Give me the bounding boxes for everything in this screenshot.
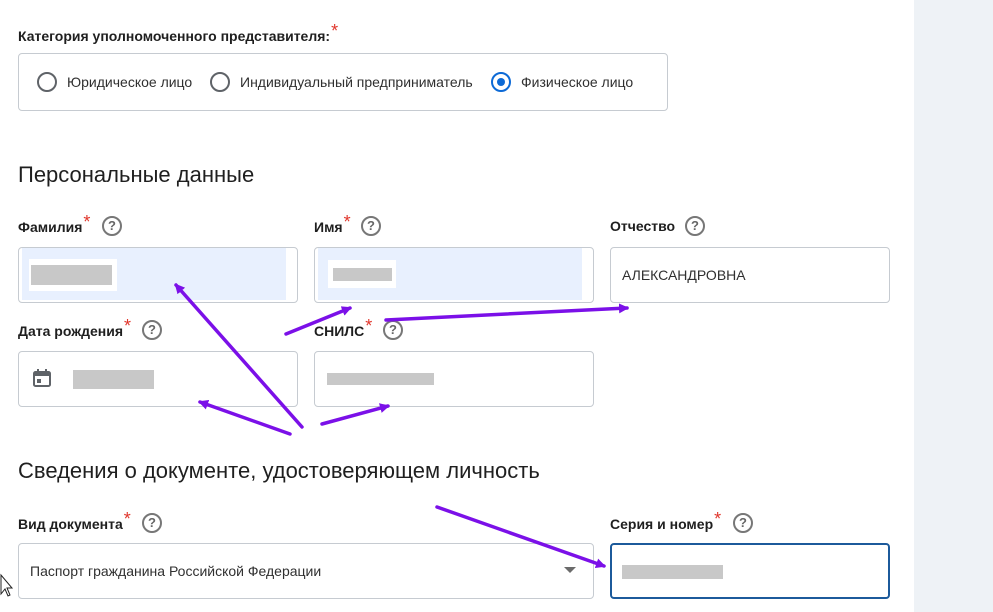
document-type-value: Паспорт гражданина Российской Федерации: [30, 563, 322, 579]
required-mark: *: [83, 212, 91, 232]
representative-category-text: Категория уполномоченного представителя:: [18, 28, 331, 44]
birthdate-input[interactable]: [18, 351, 298, 407]
radio-individual-entrepreneur[interactable]: Индивидуальный предприниматель: [210, 72, 473, 92]
radio-circle-icon[interactable]: [37, 72, 57, 92]
required-mark: *: [365, 316, 373, 336]
surname-label-text: Фамилия: [18, 219, 83, 235]
radio-checked-icon[interactable]: [491, 72, 511, 92]
required-mark: *: [331, 21, 339, 41]
help-icon[interactable]: ?: [361, 216, 381, 236]
arrow-to-snils: [320, 403, 390, 426]
help-icon[interactable]: ?: [733, 513, 753, 533]
name-redacted-value: [333, 268, 392, 281]
radio-individual-person-label: Физическое лицо: [521, 74, 634, 90]
series-number-redacted-value: [622, 565, 723, 579]
radio-circle-icon[interactable]: [210, 72, 230, 92]
required-mark: *: [714, 509, 722, 529]
help-icon[interactable]: ?: [383, 320, 403, 340]
surname-redacted-value: [31, 265, 112, 285]
birthdate-label-text: Дата рождения: [18, 323, 124, 339]
calendar-icon[interactable]: [33, 369, 51, 387]
birthdate-redacted-value: [73, 370, 154, 389]
cursor-icon: [0, 573, 14, 597]
radio-individual-entrepreneur-label: Индивидуальный предприниматель: [240, 74, 473, 90]
document-type-label-text: Вид документа: [18, 516, 123, 532]
snils-label-text: СНИЛС: [314, 323, 365, 339]
patronymic-value: АЛЕКСАНДРОВНА: [622, 267, 746, 283]
birthdate-label: Дата рождения*: [18, 317, 131, 339]
patronymic-label: Отчество: [610, 218, 676, 234]
side-panel: [914, 0, 993, 612]
form-page: Категория уполномоченного представителя:…: [0, 0, 993, 612]
document-heading: Сведения о документе, удостоверяющем лич…: [18, 458, 540, 483]
series-number-label: Серия и номер*: [610, 510, 721, 532]
required-mark: *: [124, 316, 132, 336]
snils-redacted-value: [327, 373, 434, 385]
surname-label: Фамилия*: [18, 213, 90, 235]
help-icon[interactable]: ?: [142, 320, 162, 340]
document-type-label: Вид документа*: [18, 510, 131, 532]
radio-individual-person[interactable]: Физическое лицо: [491, 72, 633, 92]
radio-legal-entity[interactable]: Юридическое лицо: [37, 72, 192, 92]
help-icon[interactable]: ?: [142, 513, 162, 533]
representative-category-label: Категория уполномоченного представителя:…: [18, 22, 338, 44]
arrow-to-patronymic: [384, 303, 629, 322]
snils-label: СНИЛС*: [314, 317, 372, 339]
representative-category-group: Юридическое лицо Индивидуальный предприн…: [18, 53, 668, 111]
series-number-label-text: Серия и номер: [610, 516, 714, 532]
required-mark: *: [343, 212, 351, 232]
name-label: Имя*: [314, 213, 351, 235]
help-icon[interactable]: ?: [685, 216, 705, 236]
radio-legal-entity-label: Юридическое лицо: [67, 74, 193, 90]
name-label-text: Имя: [314, 219, 343, 235]
required-mark: *: [123, 509, 131, 529]
help-icon[interactable]: ?: [102, 216, 122, 236]
chevron-down-icon[interactable]: [564, 567, 576, 573]
personal-data-heading: Персональные данные: [18, 162, 255, 187]
